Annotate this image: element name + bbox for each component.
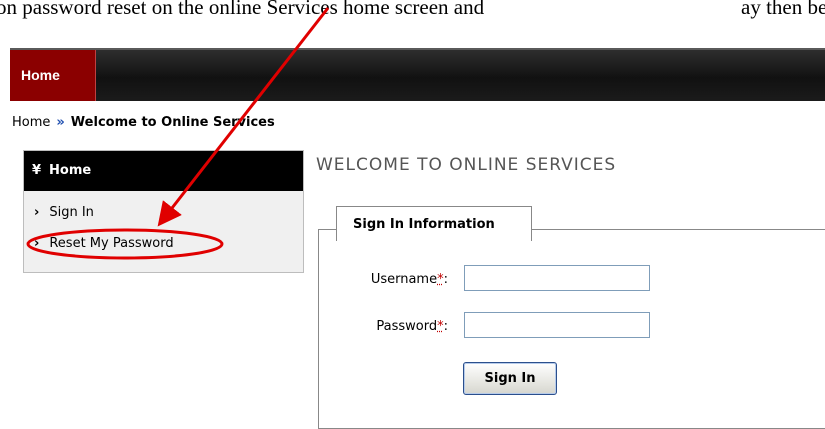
- username-input[interactable]: [464, 265, 650, 291]
- password-label: Password*:: [376, 319, 448, 334]
- page-title: WELCOME TO ONLINE SERVICES: [316, 155, 617, 175]
- breadcrumb-separator-icon: »: [56, 115, 65, 130]
- breadcrumb: Home » Welcome to Online Services: [12, 115, 275, 130]
- nav-tab-home[interactable]: Home: [10, 50, 96, 101]
- chevron-right-icon: ›: [34, 205, 40, 220]
- breadcrumb-home[interactable]: Home: [12, 115, 50, 130]
- sidebar-item-reset-password[interactable]: › Reset My Password: [34, 236, 174, 251]
- sidebar-item-label: Reset My Password: [49, 236, 174, 251]
- chevron-right-icon: ›: [34, 236, 40, 251]
- top-nav-bar: Home: [10, 48, 825, 101]
- breadcrumb-current: Welcome to Online Services: [70, 115, 275, 130]
- sign-in-button[interactable]: Sign In: [463, 362, 557, 395]
- sidebar-item-label: Sign In: [49, 205, 94, 220]
- password-input[interactable]: [464, 312, 650, 338]
- sidebar-item-sign-in[interactable]: › Sign In: [34, 205, 94, 220]
- sign-in-legend: Sign In Information: [336, 206, 532, 241]
- caption-left: on password reset on the online Services…: [0, 0, 485, 19]
- sidebar-header[interactable]: ¥ Home: [24, 151, 303, 191]
- sidebar-header-label: Home: [49, 163, 92, 178]
- caption-text: on password reset on the online Services…: [0, 0, 825, 22]
- double-chevron-down-icon: ¥: [32, 163, 42, 178]
- caption-right: ay then be p: [741, 0, 825, 19]
- username-label: Username*:: [370, 272, 448, 287]
- sidebar: ¥ Home › Sign In › Reset My Password: [23, 150, 304, 273]
